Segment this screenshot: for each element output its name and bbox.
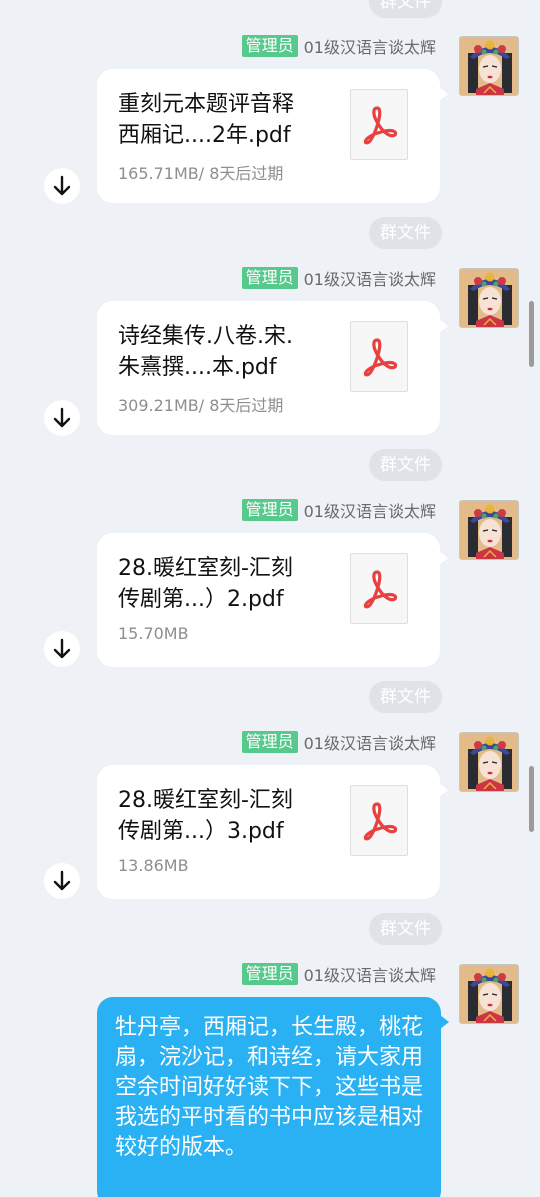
- download-arrow-icon: [52, 407, 72, 429]
- download-button[interactable]: [44, 168, 80, 204]
- message-text: 牡丹亭，西厢记，长生殿，桃花扇，浣沙记，和诗经，请大家用空余时间好好读下下，这些…: [115, 1015, 424, 1160]
- admin-badge: 管理员: [241, 35, 298, 57]
- sender-name[interactable]: 01级汉语言谈太辉: [304, 962, 436, 986]
- sender-avatar[interactable]: [459, 732, 519, 792]
- text-message[interactable]: 牡丹亭，西厢记，长生殿，桃花扇，浣沙记，和诗经，请大家用空余时间好好读下下，这些…: [97, 997, 449, 1197]
- scrollbar-thumb[interactable]: [529, 766, 534, 832]
- sender-avatar[interactable]: [459, 500, 519, 560]
- file-name: 诗经集传.八卷.宋. 朱熹撰....本.pdf: [118, 324, 293, 380]
- sender-line: 管理员 01级汉语言谈太辉: [241, 730, 436, 754]
- file-meta: 165.71MB/ 8天后过期: [118, 164, 284, 183]
- file-message[interactable]: 重刻元本题评音释 西厢记....2年.pdf 165.71MB/ 8天后过期: [97, 69, 448, 203]
- sender-avatar[interactable]: [459, 964, 519, 1024]
- pdf-icon: [350, 785, 408, 856]
- group-file-tag: 群文件: [369, 449, 442, 481]
- admin-badge: 管理员: [241, 499, 298, 521]
- sender-name[interactable]: 01级汉语言谈太辉: [304, 266, 436, 290]
- group-file-tag: 群文件: [369, 913, 442, 945]
- group-file-tag: 群文件: [369, 0, 442, 18]
- file-meta: 13.86MB: [118, 856, 189, 875]
- sender-name[interactable]: 01级汉语言谈太辉: [304, 34, 436, 58]
- sender-name[interactable]: 01级汉语言谈太辉: [304, 730, 436, 754]
- file-message[interactable]: 28.暖红室刻-汇刻 传剧第...）3.pdf 13.86MB: [97, 765, 448, 899]
- pdf-icon: [350, 553, 408, 624]
- chat-view[interactable]: 群文件 管理员 01级汉语言谈太辉 重刻元本题评音释 西厢记....2年.pdf…: [0, 0, 540, 1197]
- download-button[interactable]: [44, 400, 80, 436]
- sender-avatar[interactable]: [459, 36, 519, 96]
- scrollbar-thumb[interactable]: [529, 301, 534, 367]
- sender-line: 管理员 01级汉语言谈太辉: [241, 34, 436, 58]
- pdf-icon: [350, 89, 408, 160]
- group-file-tag: 群文件: [369, 217, 442, 249]
- file-meta: 15.70MB: [118, 624, 189, 643]
- admin-badge: 管理员: [241, 267, 298, 289]
- file-name: 重刻元本题评音释 西厢记....2年.pdf: [118, 92, 295, 148]
- download-button[interactable]: [44, 631, 80, 667]
- sender-avatar[interactable]: [459, 268, 519, 328]
- download-arrow-icon: [52, 175, 72, 197]
- sender-name[interactable]: 01级汉语言谈太辉: [304, 498, 436, 522]
- download-arrow-icon: [52, 638, 72, 660]
- file-message[interactable]: 诗经集传.八卷.宋. 朱熹撰....本.pdf 309.21MB/ 8天后过期: [97, 301, 448, 435]
- file-name: 28.暖红室刻-汇刻 传剧第...）3.pdf: [118, 788, 293, 844]
- file-name: 28.暖红室刻-汇刻 传剧第...）2.pdf: [118, 556, 293, 612]
- file-meta: 309.21MB/ 8天后过期: [118, 396, 284, 415]
- sender-line: 管理员 01级汉语言谈太辉: [241, 266, 436, 290]
- group-file-tag: 群文件: [369, 681, 442, 713]
- sender-line: 管理员 01级汉语言谈太辉: [241, 498, 436, 522]
- sender-line: 管理员 01级汉语言谈太辉: [241, 962, 436, 986]
- download-arrow-icon: [52, 870, 72, 892]
- admin-badge: 管理员: [241, 963, 298, 985]
- download-button[interactable]: [44, 863, 80, 899]
- pdf-icon: [350, 321, 408, 392]
- file-message[interactable]: 28.暖红室刻-汇刻 传剧第...）2.pdf 15.70MB: [97, 533, 448, 667]
- admin-badge: 管理员: [241, 731, 298, 753]
